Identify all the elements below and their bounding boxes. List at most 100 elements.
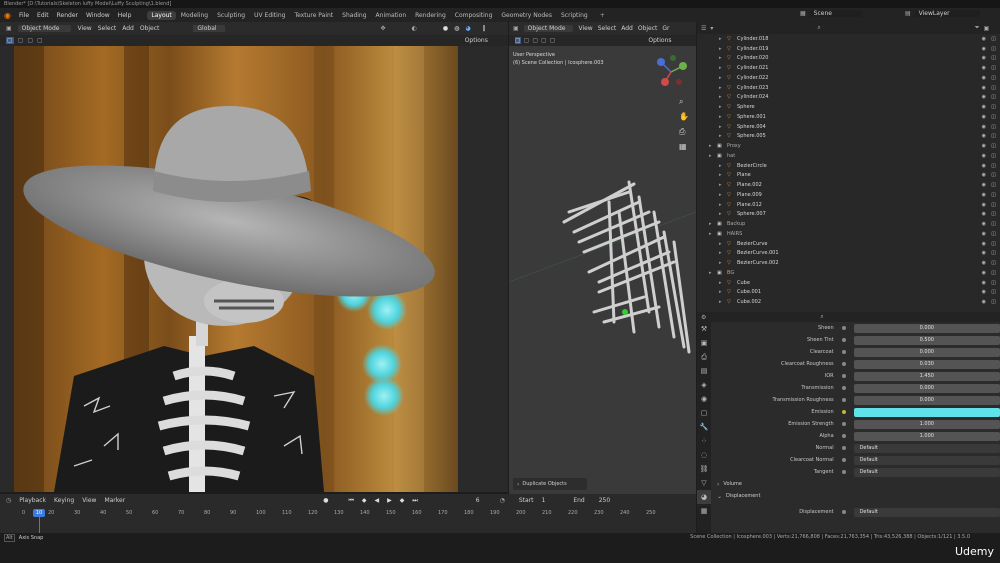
menu-render[interactable]: Render — [57, 12, 78, 19]
record-icon[interactable]: ● — [323, 497, 328, 504]
render-camera-icon[interactable]: ◫ — [991, 85, 996, 91]
expand-triangle-icon[interactable]: ▸ — [719, 250, 727, 256]
jump-start-icon[interactable]: ⏮ — [348, 497, 353, 505]
menu-object[interactable]: Object — [140, 25, 160, 32]
visibility-eye-icon[interactable]: ◉ — [982, 163, 986, 169]
displacement-panel-header[interactable]: ⌄ Displacement — [697, 490, 1000, 502]
socket-icon[interactable] — [841, 434, 846, 438]
visibility-eye-icon[interactable]: ◉ — [982, 104, 986, 110]
socket-icon[interactable] — [841, 470, 846, 474]
expand-triangle-icon[interactable]: ▸ — [719, 65, 727, 71]
visibility-eye-icon[interactable]: ◉ — [982, 280, 986, 286]
render-camera-icon[interactable]: ◫ — [991, 114, 996, 120]
displacement-value[interactable]: Default — [853, 507, 1000, 517]
property-value-field[interactable]: Default — [853, 467, 1000, 477]
property-value-field[interactable]: 0.000 — [853, 347, 1000, 357]
select-mode-icon-2[interactable]: ▢ — [532, 37, 538, 44]
end-frame-field[interactable]: 250 — [599, 497, 610, 504]
expand-triangle-icon[interactable]: ▸ — [719, 55, 727, 61]
outliner-row[interactable]: ▸ ▣ BG ◉ ◫ — [697, 268, 1000, 278]
socket-icon[interactable] — [841, 374, 846, 378]
visibility-eye-icon[interactable]: ◉ — [982, 289, 986, 295]
render-camera-icon[interactable]: ◫ — [991, 270, 996, 276]
prev-key-icon[interactable]: ◆ — [362, 497, 367, 504]
render-camera-icon[interactable]: ◫ — [991, 65, 996, 71]
select-mode-icon-4[interactable]: ▢ — [550, 37, 556, 44]
jump-end-icon[interactable]: ⏭ — [412, 497, 417, 505]
expand-triangle-icon[interactable]: ▸ — [719, 124, 727, 130]
scene-tab-icon[interactable]: ◈ — [697, 378, 711, 392]
menu-view[interactable]: View — [578, 25, 592, 32]
zoom-icon[interactable]: ⌕ — [679, 94, 689, 109]
tab-layout[interactable]: Layout — [147, 10, 176, 20]
visibility-eye-icon[interactable]: ◉ — [982, 192, 986, 198]
property-value-field[interactable]: 0.500 — [853, 335, 1000, 345]
render-camera-icon[interactable]: ◫ — [991, 163, 996, 169]
outliner-row[interactable]: ▸ ▽ Cylinder.023 ◉ ◫ — [697, 83, 1000, 93]
expand-triangle-icon[interactable]: ▸ — [709, 221, 717, 227]
mode-dropdown[interactable]: Object Mode — [523, 25, 574, 32]
visibility-eye-icon[interactable]: ◉ — [982, 182, 986, 188]
outliner-row[interactable]: ▸ ▣ Backup ◉ ◫ — [697, 219, 1000, 229]
visibility-eye-icon[interactable]: ◉ — [982, 143, 986, 149]
socket-icon[interactable] — [841, 410, 846, 414]
expand-triangle-icon[interactable]: ▸ — [719, 211, 727, 217]
visibility-eye-icon[interactable]: ◉ — [982, 55, 986, 61]
right-viewport[interactable]: ▣ Object Mode View Select Add Object Gr … — [509, 22, 696, 494]
rendered-viewport[interactable] — [14, 46, 458, 492]
visibility-eye-icon[interactable]: ◉ — [982, 270, 986, 276]
editor-type-icon[interactable]: ◷ — [6, 497, 11, 504]
shading-material-icon[interactable]: ◍ — [454, 25, 459, 32]
world-tab-icon[interactable]: ◉ — [697, 392, 711, 406]
visibility-eye-icon[interactable]: ◉ — [982, 231, 986, 237]
mode-dropdown[interactable]: Object Mode — [17, 25, 72, 32]
new-collection-icon[interactable]: ▣ — [984, 25, 990, 32]
visibility-eye-icon[interactable]: ◉ — [982, 114, 986, 120]
editor-type-icon[interactable]: ☰ — [701, 25, 706, 32]
emission-color-swatch[interactable] — [853, 407, 1000, 417]
outliner-row[interactable]: ▸ ▣ hat ◉ ◫ — [697, 151, 1000, 161]
outliner-row[interactable]: ▸ ▽ Cylinder.018 ◉ ◫ — [697, 34, 1000, 44]
render-camera-icon[interactable]: ◫ — [991, 133, 996, 139]
blender-logo-icon[interactable]: ◉ — [4, 11, 11, 20]
tab-texture-paint[interactable]: Texture Paint — [290, 11, 337, 20]
expand-triangle-icon[interactable]: ▸ — [709, 270, 717, 276]
visibility-eye-icon[interactable]: ◉ — [982, 211, 986, 217]
select-mode-icon-3[interactable]: ▢ — [37, 37, 43, 44]
socket-icon[interactable] — [841, 458, 846, 462]
render-camera-icon[interactable]: ◫ — [991, 36, 996, 42]
render-camera-icon[interactable]: ◫ — [991, 299, 996, 305]
tab-compositing[interactable]: Compositing — [451, 11, 497, 20]
shading-rendered-icon[interactable]: ◕ — [465, 25, 470, 32]
outliner-row[interactable]: ▸ ▣ HAIRS ◉ ◫ — [697, 229, 1000, 239]
pan-hand-icon[interactable]: ✋ — [679, 109, 689, 124]
expand-triangle-icon[interactable]: ▸ — [719, 133, 727, 139]
outliner-row[interactable]: ▸ ▽ Cylinder.021 ◉ ◫ — [697, 63, 1000, 73]
outliner-row[interactable]: ▸ ▽ Cube.002 ◉ ◫ — [697, 297, 1000, 307]
visibility-eye-icon[interactable]: ◉ — [982, 260, 986, 266]
property-value-field[interactable]: Default — [853, 455, 1000, 465]
view-layer-tab-icon[interactable]: ▤ — [697, 364, 711, 378]
visibility-eye-icon[interactable]: ◉ — [982, 299, 986, 305]
camera-icon[interactable]: ⎙ — [679, 124, 689, 139]
tab-uv-editing[interactable]: UV Editing — [250, 11, 289, 20]
menu-playback[interactable]: Playback — [19, 497, 46, 504]
render-camera-icon[interactable]: ◫ — [991, 211, 996, 217]
filter-icon[interactable]: ⏷ — [975, 24, 980, 32]
outliner-row[interactable]: ▸ ▽ Cube ◉ ◫ — [697, 278, 1000, 288]
menu-group[interactable]: Gr — [662, 25, 669, 32]
property-value-field[interactable]: 0.000 — [853, 395, 1000, 405]
property-value-field[interactable]: 0.000 — [853, 323, 1000, 333]
visibility-eye-icon[interactable]: ◉ — [982, 124, 986, 130]
expand-triangle-icon[interactable]: ▸ — [709, 153, 717, 159]
visibility-eye-icon[interactable]: ◉ — [982, 75, 986, 81]
render-camera-icon[interactable]: ◫ — [991, 231, 996, 237]
tab-sculpting[interactable]: Sculpting — [213, 11, 249, 20]
property-value-field[interactable]: 1.000 — [853, 431, 1000, 441]
options-dropdown[interactable]: Options — [648, 37, 671, 44]
add-workspace-icon[interactable]: + — [600, 12, 605, 19]
editor-type-icon[interactable]: ⚙ — [701, 314, 706, 321]
socket-icon[interactable] — [841, 350, 846, 354]
outliner-row[interactable]: ▸ ▽ Sphere.007 ◉ ◫ — [697, 210, 1000, 220]
outliner-row[interactable]: ▸ ▽ Cylinder.024 ◉ ◫ — [697, 93, 1000, 103]
